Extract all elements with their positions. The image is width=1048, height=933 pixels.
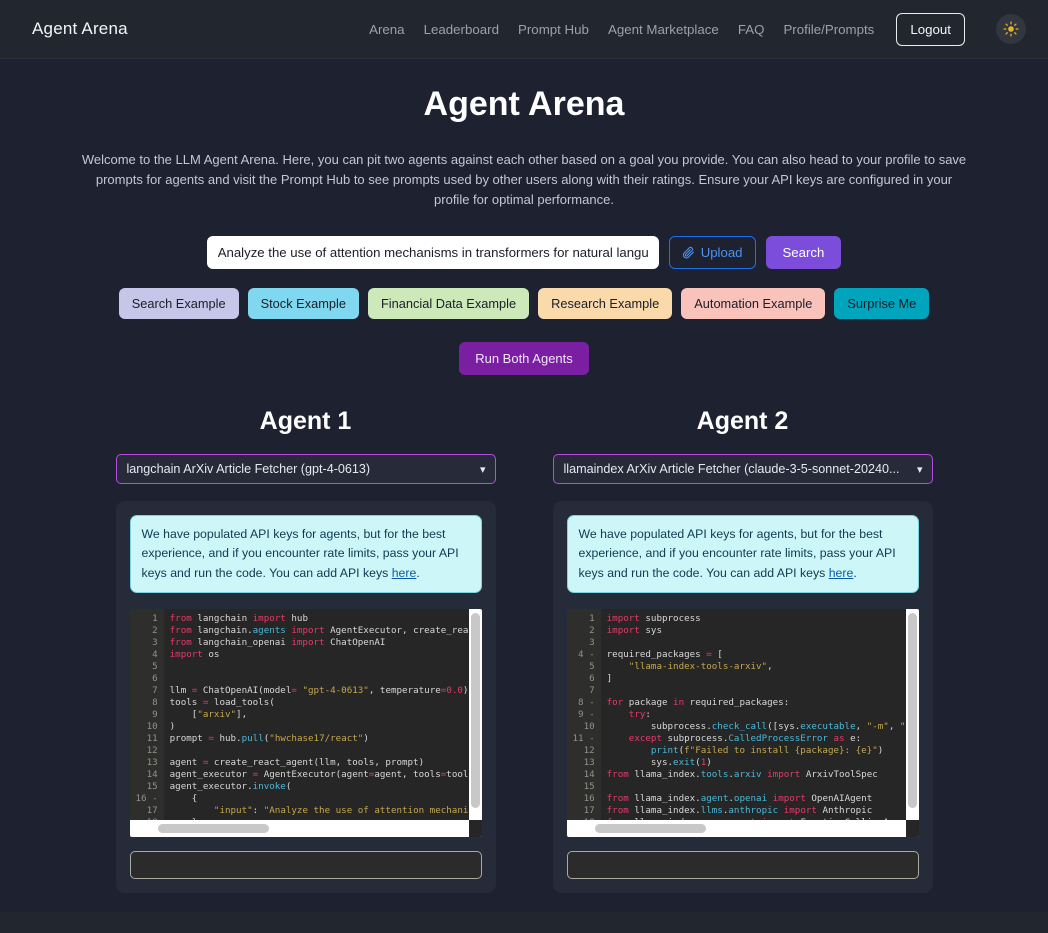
- chevron-down-icon: ▾: [479, 463, 486, 476]
- chevron-down-icon: ▾: [916, 463, 923, 476]
- chip-search-example[interactable]: Search Example: [118, 288, 239, 320]
- agent-1-api-key-notice: We have populated API keys for agents, b…: [129, 515, 482, 593]
- navbar: Agent Arena Arena Leaderboard Prompt Hub…: [0, 0, 1048, 59]
- agent-1-scroll-corner: [468, 819, 482, 837]
- agents-container: Agent 1 langchain ArXiv Article Fetcher …: [0, 407, 1048, 893]
- chip-financial-data-example[interactable]: Financial Data Example: [367, 288, 530, 320]
- nav-link-prompt-hub[interactable]: Prompt Hub: [518, 22, 589, 37]
- theme-toggle-button[interactable]: [996, 14, 1026, 44]
- agent-1-hscroll-thumb[interactable]: [157, 823, 269, 833]
- page-content: Agent Arena Welcome to the LLM Agent Are…: [0, 59, 1048, 933]
- agent-2-notice-link[interactable]: here: [829, 566, 854, 580]
- agent-2-hscroll-thumb[interactable]: [594, 823, 706, 833]
- agent-2-panel: We have populated API keys for agents, b…: [552, 501, 933, 893]
- agent-1-title: Agent 1: [259, 407, 352, 436]
- intro-paragraph: Welcome to the LLM Agent Arena. Here, yo…: [81, 152, 967, 208]
- nav-link-leaderboard[interactable]: Leaderboard: [424, 22, 499, 37]
- agent-1-code-block[interactable]: 12345678910111213141516 -171819 from lan…: [129, 608, 482, 837]
- agent-1-output-box[interactable]: [129, 850, 482, 879]
- agent-2-model-label: llamaindex ArXiv Article Fetcher (claude…: [563, 462, 900, 477]
- agent-2-notice-period: .: [853, 565, 857, 580]
- nav-links: Arena Leaderboard Prompt Hub Agent Marke…: [369, 12, 1026, 46]
- agent-2-vertical-scrollbar[interactable]: [905, 608, 919, 820]
- agent-2-code-block[interactable]: 1234 -5678 -9 -1011 -1213141516171819 im…: [566, 608, 919, 837]
- sun-icon: [1003, 21, 1019, 37]
- agent-2-line-numbers: 1234 -5678 -9 -1011 -1213141516171819: [566, 608, 601, 820]
- agent-1-model-label: langchain ArXiv Article Fetcher (gpt-4-0…: [126, 462, 371, 477]
- agent-2-model-select[interactable]: llamaindex ArXiv Article Fetcher (claude…: [552, 454, 933, 485]
- agent-2-code-content[interactable]: import subprocess import sys required_pac…: [601, 609, 919, 820]
- agent-1-column: Agent 1 langchain ArXiv Article Fetcher …: [115, 407, 496, 893]
- search-row: Upload Search: [0, 236, 1048, 270]
- upload-button-label: Upload: [700, 245, 743, 261]
- paperclip-icon: [682, 247, 694, 259]
- agent-2-vscroll-thumb[interactable]: [907, 612, 917, 808]
- agent-1-line-numbers: 12345678910111213141516 -171819: [129, 608, 164, 820]
- nav-link-profile-prompts[interactable]: Profile/Prompts: [783, 22, 874, 37]
- nav-link-arena[interactable]: Arena: [369, 22, 404, 37]
- agent-2-scroll-corner: [905, 819, 919, 837]
- page-title: Agent Arena: [423, 85, 625, 123]
- search-button[interactable]: Search: [765, 236, 842, 270]
- agent-1-vertical-scrollbar[interactable]: [468, 608, 482, 820]
- brand-title: Agent Arena: [32, 19, 128, 38]
- search-input[interactable]: [206, 236, 659, 270]
- agent-1-notice-period: .: [416, 565, 420, 580]
- nav-link-agent-marketplace[interactable]: Agent Marketplace: [608, 22, 719, 37]
- agent-2-output-box[interactable]: [566, 850, 919, 879]
- run-both-agents-button[interactable]: Run Both Agents: [459, 342, 589, 376]
- agent-1-horizontal-scrollbar[interactable]: [129, 819, 482, 837]
- example-chips: Search Example Stock Example Financial D…: [0, 288, 1048, 320]
- agent-1-notice-link[interactable]: here: [392, 566, 417, 580]
- agent-1-model-select[interactable]: langchain ArXiv Article Fetcher (gpt-4-0…: [115, 454, 496, 485]
- agent-1-vscroll-thumb[interactable]: [470, 612, 480, 808]
- agent-2-column: Agent 2 llamaindex ArXiv Article Fetcher…: [552, 407, 933, 893]
- agent-2-title: Agent 2: [696, 407, 789, 436]
- chip-stock-example[interactable]: Stock Example: [247, 288, 359, 320]
- upload-button[interactable]: Upload: [668, 236, 756, 270]
- agent-1-panel: We have populated API keys for agents, b…: [115, 501, 496, 893]
- footer-strip: [0, 912, 1048, 933]
- logout-button[interactable]: Logout: [896, 12, 965, 46]
- chip-automation-example[interactable]: Automation Example: [681, 288, 826, 320]
- agent-2-horizontal-scrollbar[interactable]: [566, 819, 919, 837]
- chip-research-example[interactable]: Research Example: [538, 288, 673, 320]
- nav-link-faq[interactable]: FAQ: [738, 22, 765, 37]
- agent-1-code-content[interactable]: from langchain import hub from langchain.…: [164, 609, 482, 820]
- agent-2-api-key-notice: We have populated API keys for agents, b…: [566, 515, 919, 593]
- chip-surprise-me[interactable]: Surprise Me: [834, 288, 930, 320]
